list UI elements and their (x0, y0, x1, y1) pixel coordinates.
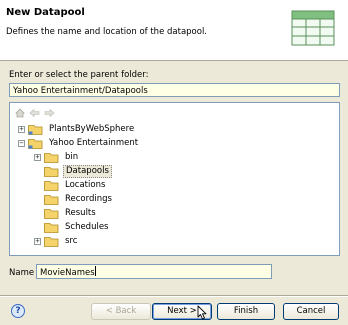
datapool-table-icon (291, 10, 335, 46)
parent-folder-input[interactable]: Yahoo Entertainment/Datapools (9, 83, 340, 97)
tree-node-label: Yahoo Entertainment (49, 138, 139, 148)
tree-nav-bar (15, 108, 65, 121)
tree-node-yahoo-entertainment[interactable]: − Yahoo Entertainment (18, 137, 140, 150)
tree-node-results[interactable]: Results (34, 207, 98, 220)
tree-node-label: Results (65, 208, 96, 218)
folder-tree[interactable]: + PlantsByWebSphere − Yahoo Entertainmen… (9, 102, 340, 256)
tree-node-src[interactable]: + src (34, 235, 79, 248)
dialog-subtitle: Defines the name and location of the dat… (6, 27, 208, 37)
folder-icon (44, 153, 59, 163)
home-icon[interactable] (15, 108, 25, 118)
tree-node-locations[interactable]: Locations (34, 179, 107, 192)
project-folder-icon (28, 139, 43, 149)
tree-node-bin[interactable]: + bin (34, 151, 80, 164)
back-arrow-icon[interactable] (29, 108, 40, 118)
tree-node-recordings[interactable]: Recordings (34, 193, 114, 206)
folder-icon (44, 209, 59, 219)
folder-icon (44, 223, 59, 233)
tree-node-label: Schedules (65, 222, 109, 232)
folder-icon (44, 195, 59, 205)
back-button[interactable]: < Back (91, 303, 151, 320)
collapse-icon[interactable]: − (18, 140, 25, 147)
project-folder-icon (28, 125, 43, 135)
dialog-title: New Datapool (6, 7, 85, 18)
mouse-pointer-icon (197, 305, 207, 320)
forward-arrow-icon[interactable] (44, 108, 55, 118)
tree-node-datapools[interactable]: Datapools (34, 165, 112, 178)
tree-node-schedules[interactable]: Schedules (34, 221, 111, 234)
expand-icon[interactable]: + (34, 238, 41, 245)
tree-node-plantsbywebsphere[interactable]: + PlantsByWebSphere (18, 123, 136, 136)
tree-node-label: src (65, 236, 78, 246)
name-input-value: MovieNames (40, 268, 95, 278)
tree-node-label: bin (65, 152, 79, 162)
tree-node-label: Recordings (65, 194, 112, 204)
folder-icon (44, 237, 59, 247)
cancel-button[interactable]: Cancel (283, 303, 339, 320)
expand-icon[interactable]: + (34, 154, 41, 161)
tree-node-label: Locations (65, 180, 106, 190)
text-caret (94, 266, 96, 276)
parent-folder-label: Enter or select the parent folder: (9, 70, 149, 80)
tree-node-label: PlantsByWebSphere (49, 124, 135, 134)
name-label: Name (9, 268, 35, 278)
footer-divider (0, 295, 348, 297)
datapool-name-input[interactable]: MovieNames (36, 264, 272, 279)
help-icon[interactable]: ? (11, 304, 25, 318)
folder-icon (44, 167, 59, 177)
expand-icon[interactable]: + (18, 126, 25, 133)
finish-button[interactable]: Finish (217, 303, 275, 320)
tree-node-label: Datapools (63, 165, 112, 178)
folder-icon (44, 181, 59, 191)
dialog-header: New Datapool Defines the name and locati… (0, 0, 348, 61)
